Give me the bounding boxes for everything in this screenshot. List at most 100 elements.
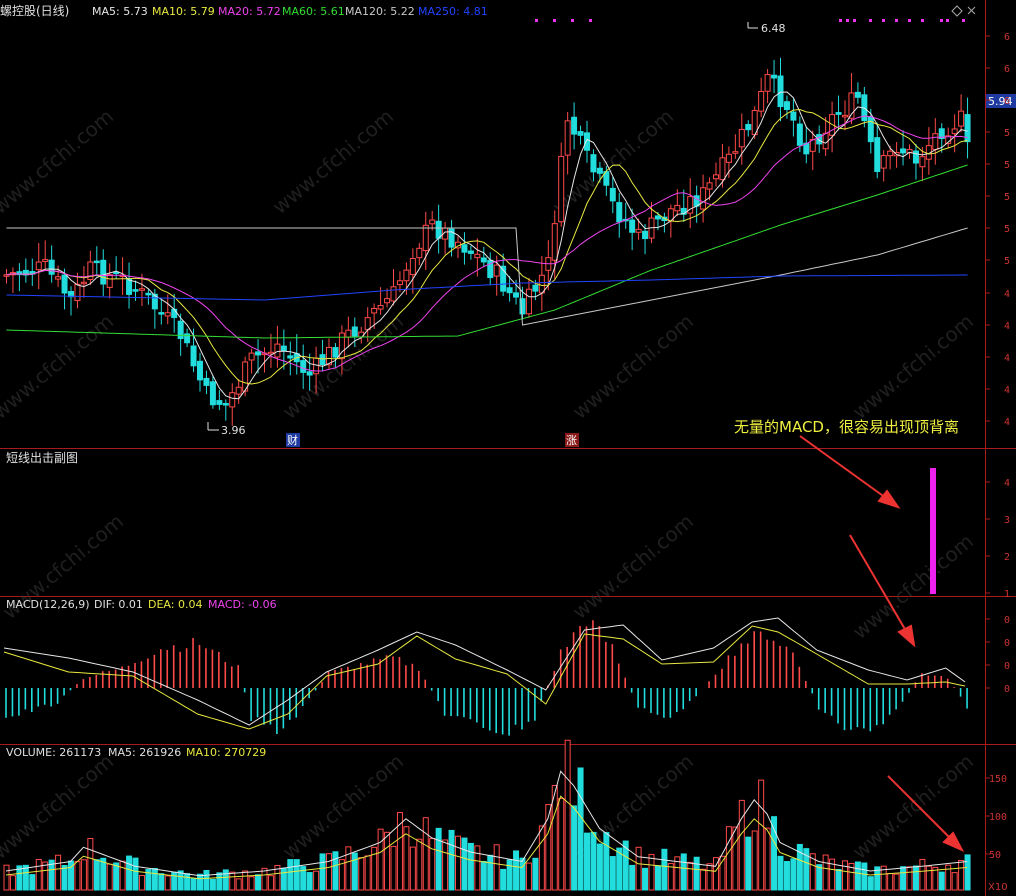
- volume-bar: [751, 830, 758, 891]
- volume-bar: [887, 873, 894, 891]
- tag-zhang[interactable]: 涨: [565, 433, 579, 447]
- candle: [687, 178, 694, 229]
- volume-bar: [403, 826, 410, 891]
- volume-bar: [680, 853, 687, 891]
- axis-label: 5: [1004, 128, 1010, 139]
- volume-bar: [390, 845, 397, 891]
- candle: [558, 142, 565, 227]
- volume-bar: [422, 817, 429, 891]
- volume-bar: [706, 863, 713, 891]
- volume-bar: [164, 875, 171, 891]
- candle: [661, 212, 668, 233]
- volume-bar: [351, 852, 358, 891]
- candle: [538, 255, 545, 311]
- volume-bar: [745, 836, 752, 891]
- candle: [106, 263, 113, 299]
- volume-bar: [951, 872, 958, 891]
- candle: [22, 258, 29, 283]
- volume-bar: [222, 869, 229, 891]
- axis-label: 5: [1004, 256, 1010, 267]
- volume-bar: [564, 739, 571, 891]
- axis-label: 1: [1004, 589, 1010, 600]
- candle: [525, 277, 532, 318]
- axis-label: 4: [1004, 385, 1010, 396]
- volume-bar: [654, 865, 661, 891]
- volume-bar: [893, 873, 900, 891]
- candle: [609, 177, 616, 214]
- axis-label: 150: [989, 774, 1007, 785]
- axis-label: 6: [1004, 64, 1010, 75]
- candle: [209, 375, 216, 409]
- volume-bar: [493, 844, 500, 891]
- candle: [184, 328, 191, 348]
- diamond-icon[interactable]: [951, 5, 963, 17]
- candle: [732, 134, 739, 159]
- volume-bar: [74, 861, 81, 891]
- sub-panel-title: 短线出击副图: [6, 451, 78, 465]
- low-marker: 3.96: [207, 422, 246, 437]
- candle: [42, 240, 49, 269]
- volume-bar: [171, 871, 178, 891]
- volume-bar: [384, 831, 391, 891]
- candle: [197, 352, 203, 392]
- macd-legend: MACD(12,26,9) DIF: 0.01 DEA: 0.04 MACD: …: [6, 598, 277, 611]
- volume-bar: [80, 859, 87, 891]
- candle: [809, 130, 816, 171]
- close-icon[interactable]: [967, 6, 976, 15]
- volume-bar: [87, 838, 94, 891]
- volume-bar: [416, 838, 423, 891]
- axis-label: 0: [1004, 638, 1010, 649]
- watermark: www.cfchi.com: [848, 529, 978, 644]
- low-label: 3.96: [221, 424, 246, 437]
- volume-bar: [313, 870, 320, 891]
- candle: [435, 204, 442, 254]
- volume-bar: [364, 855, 371, 891]
- volume-ma5: MA5: 261926: [108, 746, 181, 759]
- candle: [158, 299, 165, 325]
- watermark: www.cfchi.com: [0, 104, 118, 219]
- volume-axis: 150 100 50: [986, 774, 1007, 861]
- stock-chart[interactable]: www.cfchi.com www.cfchi.com www.cfchi.co…: [0, 0, 1016, 896]
- candle: [835, 95, 842, 131]
- volume-bar: [642, 867, 649, 891]
- candle: [390, 269, 397, 306]
- volume-bar: [964, 854, 971, 891]
- volume-bar: [435, 827, 442, 891]
- volume-bar: [119, 860, 126, 891]
- candle: [171, 293, 178, 333]
- candle: [764, 69, 771, 104]
- tag-cai[interactable]: 财: [286, 433, 300, 447]
- volume-bar: [442, 839, 449, 891]
- volume-bar: [590, 831, 597, 891]
- volume-bar: [126, 855, 133, 891]
- volume-bar: [467, 842, 474, 891]
- volume-bar: [190, 877, 197, 891]
- volume-bar: [854, 861, 861, 891]
- candle: [790, 98, 797, 137]
- candle: [87, 250, 94, 285]
- price-axis: 6 6 6 5 5 5 5 5 4 4 4 4 4: [986, 32, 1010, 428]
- candle: [912, 143, 919, 180]
- volume-bar: [487, 854, 494, 891]
- volume-bar: [132, 857, 139, 891]
- volume-bar: [738, 799, 745, 891]
- volume-bar: [538, 825, 545, 891]
- volume-bar: [906, 866, 913, 891]
- volume-bar: [635, 846, 642, 891]
- high-label: 6.48: [761, 22, 786, 35]
- candle: [145, 289, 152, 305]
- volume-bar: [603, 832, 610, 891]
- candle: [93, 246, 100, 277]
- volume-bar: [358, 857, 365, 891]
- candle: [126, 262, 133, 309]
- volume-bar: [377, 828, 384, 891]
- ma250-line: [6, 274, 968, 301]
- volume-bar: [42, 861, 49, 891]
- watermark: www.cfchi.com: [0, 749, 118, 864]
- volume-bar: [113, 862, 120, 891]
- volume-bar: [158, 873, 165, 891]
- volume-bar: [525, 862, 532, 891]
- volume-bar: [558, 798, 565, 891]
- legend-ma20: MA20: 5.72: [218, 5, 281, 18]
- axis-label: 4: [1004, 321, 1010, 332]
